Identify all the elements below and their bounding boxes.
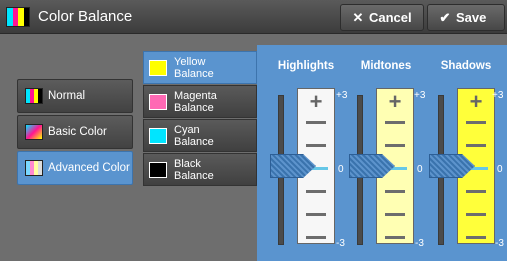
color-balance-icon: [6, 7, 30, 27]
tab-black-balance[interactable]: Black Balance: [143, 153, 257, 186]
plus-icon: +: [309, 89, 323, 114]
tab-magenta-balance[interactable]: Magenta Balance: [143, 85, 257, 118]
normal-icon: [25, 88, 43, 104]
cyan-swatch-icon: [149, 128, 167, 144]
mode-basic-color-button[interactable]: Basic Color: [17, 115, 133, 149]
advanced-color-icon: [25, 160, 43, 176]
tab-yellow-balance[interactable]: Yellow Balance: [143, 51, 257, 84]
plus-icon: +: [388, 89, 402, 114]
save-button[interactable]: ✔ Save: [427, 4, 505, 31]
tab-cyan-balance[interactable]: Cyan Balance: [143, 119, 257, 152]
page-title: Color Balance: [38, 8, 133, 25]
mode-normal-button[interactable]: Normal: [17, 79, 133, 113]
mode-advanced-color-button[interactable]: Advanced Color: [17, 151, 133, 185]
yellow-swatch-icon: [149, 60, 167, 76]
header-bar: Color Balance ✕ Cancel ✔ Save: [0, 0, 507, 34]
close-icon: ✕: [352, 10, 364, 25]
magenta-swatch-icon: [149, 94, 167, 110]
basic-color-icon: [25, 124, 43, 140]
cancel-button[interactable]: ✕ Cancel: [340, 4, 424, 31]
plus-icon: +: [469, 89, 483, 114]
black-swatch-icon: [149, 162, 167, 178]
highlights-label: Highlights: [277, 60, 335, 72]
midtones-label: Midtones: [360, 60, 412, 72]
shadows-label: Shadows: [440, 60, 492, 72]
check-icon: ✔: [439, 10, 451, 25]
